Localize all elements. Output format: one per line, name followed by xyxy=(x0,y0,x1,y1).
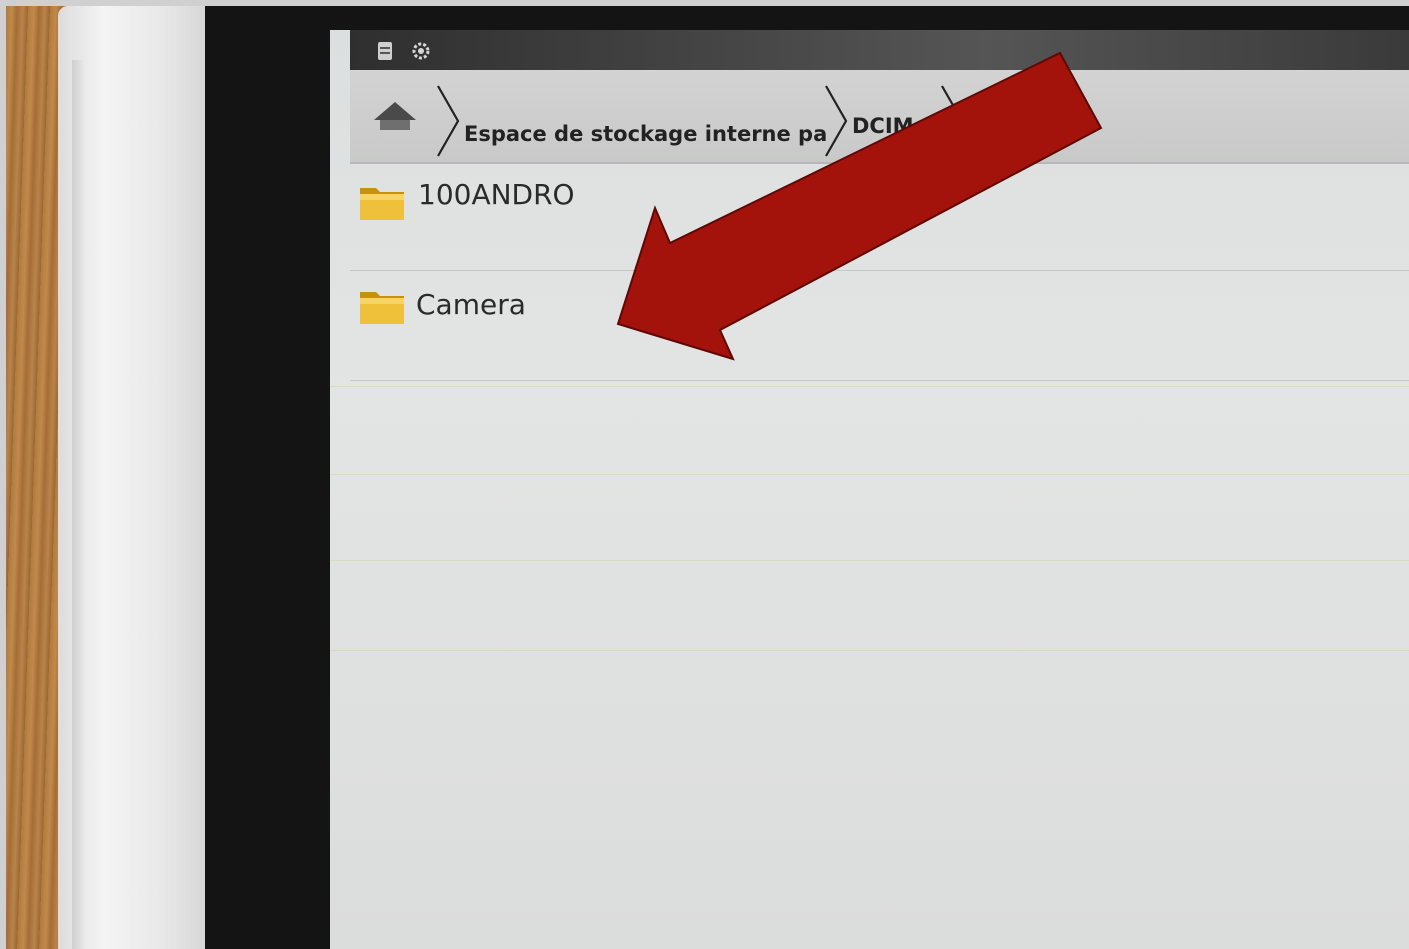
screen-scanline xyxy=(330,474,1409,475)
chevron-right-icon xyxy=(938,84,966,158)
gear-icon[interactable] xyxy=(410,40,432,62)
screen-scanline xyxy=(330,560,1409,561)
list-item-folder[interactable]: Camera xyxy=(350,272,1409,381)
folder-icon xyxy=(358,286,406,326)
screen-scanline xyxy=(330,386,1409,387)
folder-icon xyxy=(358,182,406,222)
folder-name: 100ANDRO xyxy=(418,178,575,211)
folder-name: Camera xyxy=(416,288,526,321)
sd-card-icon xyxy=(374,40,396,62)
breadcrumb-item-dcim[interactable]: DCIM xyxy=(852,114,942,138)
breadcrumb-item-storage[interactable]: Espace de stockage interne partag xyxy=(464,122,826,146)
status-bar xyxy=(350,30,1409,70)
list-item-folder[interactable]: 100ANDRO xyxy=(350,162,1409,271)
home-icon[interactable] xyxy=(370,90,420,140)
tablet-case-edge xyxy=(72,60,86,949)
chevron-right-icon xyxy=(822,84,850,158)
chevron-right-icon xyxy=(434,84,462,158)
tablet-screen: Espace de stockage interne partag DCIM 1… xyxy=(330,30,1409,949)
breadcrumb: Espace de stockage interne partag DCIM xyxy=(350,70,1409,164)
screen-scanline xyxy=(330,650,1409,651)
